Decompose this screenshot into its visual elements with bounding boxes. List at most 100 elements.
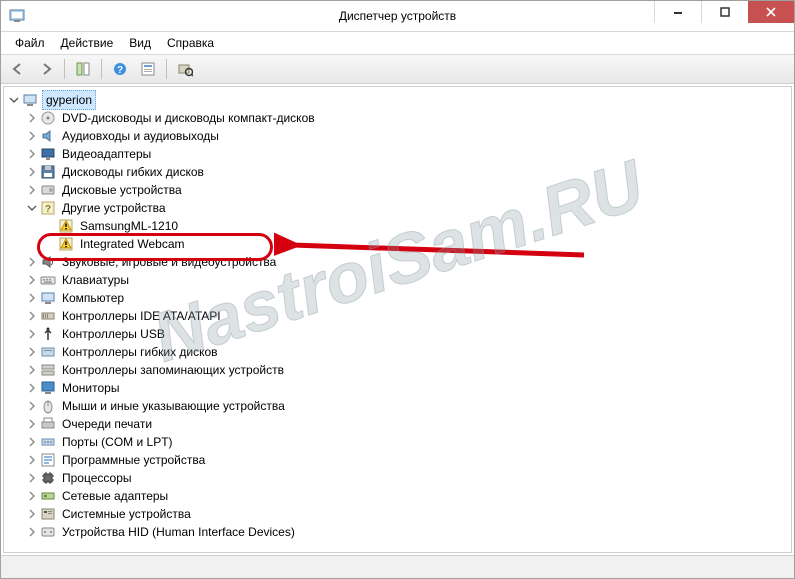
scan-hardware-button[interactable] xyxy=(172,56,198,82)
tree-category-label: Программные устройства xyxy=(60,451,207,469)
expand-icon[interactable] xyxy=(26,472,38,484)
expand-icon[interactable] xyxy=(26,328,38,340)
minimize-icon xyxy=(673,7,683,17)
app-icon xyxy=(9,8,25,24)
menu-action[interactable]: Действие xyxy=(53,34,122,52)
unknown-device-icon: ? xyxy=(40,200,56,216)
menu-file[interactable]: Файл xyxy=(7,34,53,52)
tree-category[interactable]: Сетевые адаптеры xyxy=(8,487,791,505)
tree-category[interactable]: Системные устройства xyxy=(8,505,791,523)
expand-icon[interactable] xyxy=(26,112,38,124)
ide-controller-icon xyxy=(40,308,56,324)
category-icon xyxy=(40,128,56,144)
keyboard-icon xyxy=(40,272,56,288)
tree-category[interactable]: Видеоадаптеры xyxy=(8,145,791,163)
device-icon xyxy=(58,236,74,252)
scan-hardware-icon xyxy=(177,61,193,77)
expand-icon xyxy=(44,238,56,250)
tree-category[interactable]: Очереди печати xyxy=(8,415,791,433)
expand-icon[interactable] xyxy=(26,130,38,142)
tree-category-label: Дисководы гибких дисков xyxy=(60,163,206,181)
usb-controller-icon xyxy=(40,326,56,342)
expand-icon[interactable] xyxy=(26,382,38,394)
tree-category[interactable]: Порты (COM и LPT) xyxy=(8,433,791,451)
network-adapter-icon xyxy=(40,488,56,504)
expand-icon[interactable] xyxy=(26,310,38,322)
tree-root-label: gyperion xyxy=(42,90,96,110)
expand-icon[interactable] xyxy=(26,148,38,160)
back-button[interactable] xyxy=(5,56,31,82)
minimize-button[interactable] xyxy=(654,1,701,23)
device-manager-window: Диспетчер устройств Файл Действие Вид Сп… xyxy=(0,0,795,579)
tree-category[interactable]: Дисководы гибких дисков xyxy=(8,163,791,181)
show-hide-console-button[interactable] xyxy=(70,56,96,82)
forward-button[interactable] xyxy=(33,56,59,82)
expand-icon[interactable] xyxy=(26,454,38,466)
tree-category[interactable]: ? Другие устройства xyxy=(8,199,791,217)
collapse-icon[interactable] xyxy=(26,202,38,214)
expand-icon[interactable] xyxy=(26,418,38,430)
tree-category[interactable]: DVD-дисководы и дисководы компакт-дисков xyxy=(8,109,791,127)
tree-category-label: Другие устройства xyxy=(60,199,168,217)
tree-category-label: Клавиатуры xyxy=(60,271,131,289)
tree-category-label: Контроллеры запоминающих устройств xyxy=(60,361,286,379)
menu-view[interactable]: Вид xyxy=(121,34,159,52)
expand-icon[interactable] xyxy=(26,166,38,178)
back-icon xyxy=(10,61,26,77)
menu-bar: Файл Действие Вид Справка xyxy=(1,32,794,55)
tree-category[interactable]: Компьютер xyxy=(8,289,791,307)
tree-category[interactable]: Контроллеры гибких дисков xyxy=(8,343,791,361)
category-icon xyxy=(40,146,56,162)
tree-category[interactable]: Контроллеры IDE ATA/ATAPI xyxy=(8,307,791,325)
expand-icon[interactable] xyxy=(26,400,38,412)
collapse-icon[interactable] xyxy=(8,94,20,106)
tree-category[interactable]: Аудиовходы и аудиовыходы xyxy=(8,127,791,145)
properties-button[interactable] xyxy=(135,56,161,82)
tree-category[interactable]: Процессоры xyxy=(8,469,791,487)
expand-icon[interactable] xyxy=(26,256,38,268)
svg-text:?: ? xyxy=(117,65,123,76)
maximize-button[interactable] xyxy=(701,1,748,23)
tree-category[interactable]: Клавиатуры xyxy=(8,271,791,289)
expand-icon[interactable] xyxy=(26,436,38,448)
tree-category[interactable]: Звуковые, игровые и видеоустройства xyxy=(8,253,791,271)
expand-icon[interactable] xyxy=(26,274,38,286)
tree-category[interactable]: Контроллеры запоминающих устройств xyxy=(8,361,791,379)
category-icon xyxy=(40,416,56,432)
tree-category[interactable]: Контроллеры USB xyxy=(8,325,791,343)
tree-category-label: Очереди печати xyxy=(60,415,154,433)
expand-icon[interactable] xyxy=(26,508,38,520)
expand-icon[interactable] xyxy=(26,526,38,538)
expand-icon[interactable] xyxy=(26,346,38,358)
expand-icon[interactable] xyxy=(26,292,38,304)
monitor-icon xyxy=(40,380,56,396)
tree-category-label: Аудиовходы и аудиовыходы xyxy=(60,127,221,145)
close-button[interactable] xyxy=(748,1,794,23)
tree-category[interactable]: Мыши и иные указывающие устройства xyxy=(8,397,791,415)
svg-text:?: ? xyxy=(45,204,51,215)
device-tree[interactable]: gyperionDVD-дисководы и дисководы компак… xyxy=(4,87,791,545)
expand-icon[interactable] xyxy=(26,184,38,196)
tree-category[interactable]: Мониторы xyxy=(8,379,791,397)
expand-icon[interactable] xyxy=(26,490,38,502)
tree-category[interactable]: Дисковые устройства xyxy=(8,181,791,199)
category-icon xyxy=(40,308,56,324)
tree-category-label: Порты (COM и LPT) xyxy=(60,433,175,451)
tree-root[interactable]: gyperion xyxy=(8,91,791,109)
tree-category-label: Звуковые, игровые и видеоустройства xyxy=(60,253,278,271)
category-icon xyxy=(40,290,56,306)
tree-device[interactable]: SamsungML-1210 xyxy=(8,217,791,235)
tree-category-label: Сетевые адаптеры xyxy=(60,487,170,505)
expand-icon xyxy=(44,220,56,232)
category-icon xyxy=(40,326,56,342)
expand-icon[interactable] xyxy=(26,364,38,376)
tree-category[interactable]: Программные устройства xyxy=(8,451,791,469)
category-icon xyxy=(40,506,56,522)
tree-device[interactable]: Integrated Webcam xyxy=(8,235,791,253)
tree-category-label: Компьютер xyxy=(60,289,126,307)
help-button[interactable]: ? xyxy=(107,56,133,82)
menu-help[interactable]: Справка xyxy=(159,34,222,52)
tree-category[interactable]: Устройства HID (Human Interface Devices) xyxy=(8,523,791,541)
tree-category-label: Видеоадаптеры xyxy=(60,145,153,163)
ports-icon xyxy=(40,434,56,450)
